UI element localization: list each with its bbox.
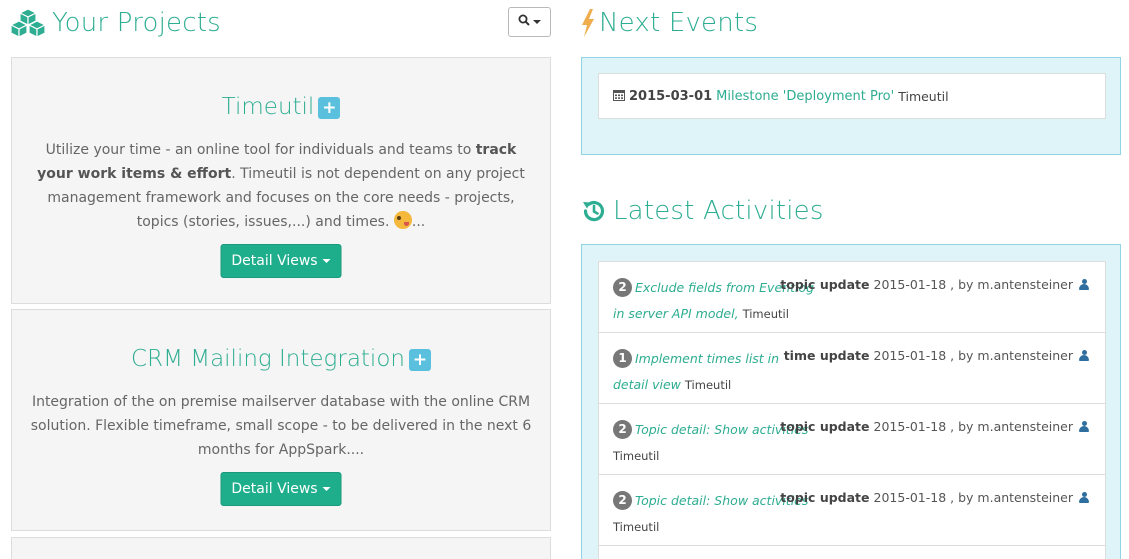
project-title-row: Timeutil +: [12, 94, 550, 120]
bolt-icon: [581, 9, 595, 37]
project-description: Utilize your time - an online tool for i…: [37, 142, 525, 230]
activity-kind: time update: [783, 348, 870, 363]
activity-project: Timeutil: [613, 449, 660, 463]
activity-meta: topic update 2015-01-18 , by m.antenstei…: [780, 419, 1089, 434]
activity-date: 2015-01-18: [873, 419, 947, 434]
activity-count-badge: 2: [613, 491, 632, 510]
activity-kind: topic update: [780, 419, 870, 434]
activity-project: Timeutil: [742, 307, 789, 321]
project-description: Integration of the on premise mailserver…: [30, 394, 532, 458]
activity-count-badge: 2: [613, 420, 632, 439]
user-icon: [1079, 350, 1089, 361]
activity-kind: topic update: [780, 277, 870, 292]
add-topic-button[interactable]: +: [318, 97, 341, 119]
activity-date: 2015-01-18: [873, 277, 947, 292]
list-item: 2 Topic detail: Show activities Timeutil …: [599, 404, 1105, 475]
activities-panel: 2 Exclude fields from Eventlog in server …: [581, 244, 1121, 559]
latest-activities-title: Latest Activities: [613, 196, 824, 226]
activity-user: , by m.antensteiner: [950, 419, 1073, 434]
user-icon: [1079, 421, 1089, 432]
activity-count-badge: 2: [613, 278, 632, 297]
next-events-heading: Next Events: [581, 8, 758, 38]
project-title-row: CRM Mailing Integration +: [12, 346, 550, 372]
user-icon: [1079, 279, 1089, 290]
detail-views-button[interactable]: Detail Views: [220, 244, 342, 278]
chevron-down-icon: [322, 487, 331, 491]
events-panel: 2015-03-01 Milestone 'Deployment Pro' Ti…: [581, 57, 1121, 155]
list-item: 1 Implement times list in detail view Time…: [599, 333, 1105, 404]
event-project: Timeutil: [898, 89, 949, 104]
chevron-down-icon: [533, 20, 541, 24]
next-events-title: Next Events: [599, 8, 759, 38]
projects-title: Your Projects: [52, 8, 221, 38]
events-column: Next Events 2015-03-01 Milestone 'Deploy…: [562, 0, 1129, 559]
latest-activities-heading: Latest Activities: [581, 196, 824, 226]
activity-date: 2015-01-18: [873, 348, 947, 363]
event-date: 2015-03-01: [629, 89, 713, 104]
activity-date: 2015-01-18: [873, 490, 947, 505]
project-title[interactable]: CRM Mailing Integration: [131, 346, 405, 372]
project-card: [11, 537, 551, 559]
activity-kind: topic update: [780, 490, 870, 505]
activity-meta: topic update 2015-01-18 , by m.antenstei…: [780, 490, 1089, 505]
activities-list: 2 Exclude fields from Eventlog in server …: [598, 261, 1106, 559]
chevron-down-icon: [322, 259, 331, 263]
projects-heading: Your Projects: [10, 8, 221, 38]
activity-meta: time update 2015-01-18 , by m.antenstein…: [784, 348, 1089, 363]
calendar-icon: [613, 89, 625, 104]
activity-project: Timeutil: [613, 520, 660, 534]
project-card: CRM Mailing Integration + Integration of…: [11, 309, 551, 531]
list-item: 2 Topic detail: Show activities Timeutil …: [599, 475, 1105, 546]
history-icon: [581, 198, 607, 224]
activity-user: , by m.antensteiner: [950, 277, 1073, 292]
project-card: Timeutil + Utilize your time - an online…: [11, 57, 551, 304]
search-dropdown-button[interactable]: [508, 7, 551, 37]
detail-views-button[interactable]: Detail Views: [220, 472, 342, 506]
event-row: 2015-03-01 Milestone 'Deployment Pro' Ti…: [613, 89, 949, 104]
user-icon: [1079, 492, 1089, 503]
event-link[interactable]: Milestone 'Deployment Pro': [716, 89, 894, 104]
winking-tongue-emoji-icon: [393, 211, 412, 229]
activity-meta: topic update 2015-01-18 , by m.antenstei…: [780, 277, 1089, 292]
activity-user: , by m.antensteiner: [950, 490, 1073, 505]
add-topic-button[interactable]: +: [408, 349, 431, 371]
activity-project: Timeutil: [684, 378, 732, 392]
event-item: 2015-03-01 Milestone 'Deployment Pro' Ti…: [598, 73, 1106, 119]
projects-column: Your Projects Timeutil + Utilize your ti…: [0, 0, 562, 559]
project-title[interactable]: Timeutil: [222, 94, 315, 120]
list-item: 2 Exclude fields from Eventlog in server …: [599, 262, 1105, 333]
cubes-icon: [10, 8, 46, 38]
activity-user: , by m.antensteiner: [950, 348, 1073, 363]
activity-count-badge: 1: [613, 349, 632, 368]
search-icon: [518, 13, 530, 31]
